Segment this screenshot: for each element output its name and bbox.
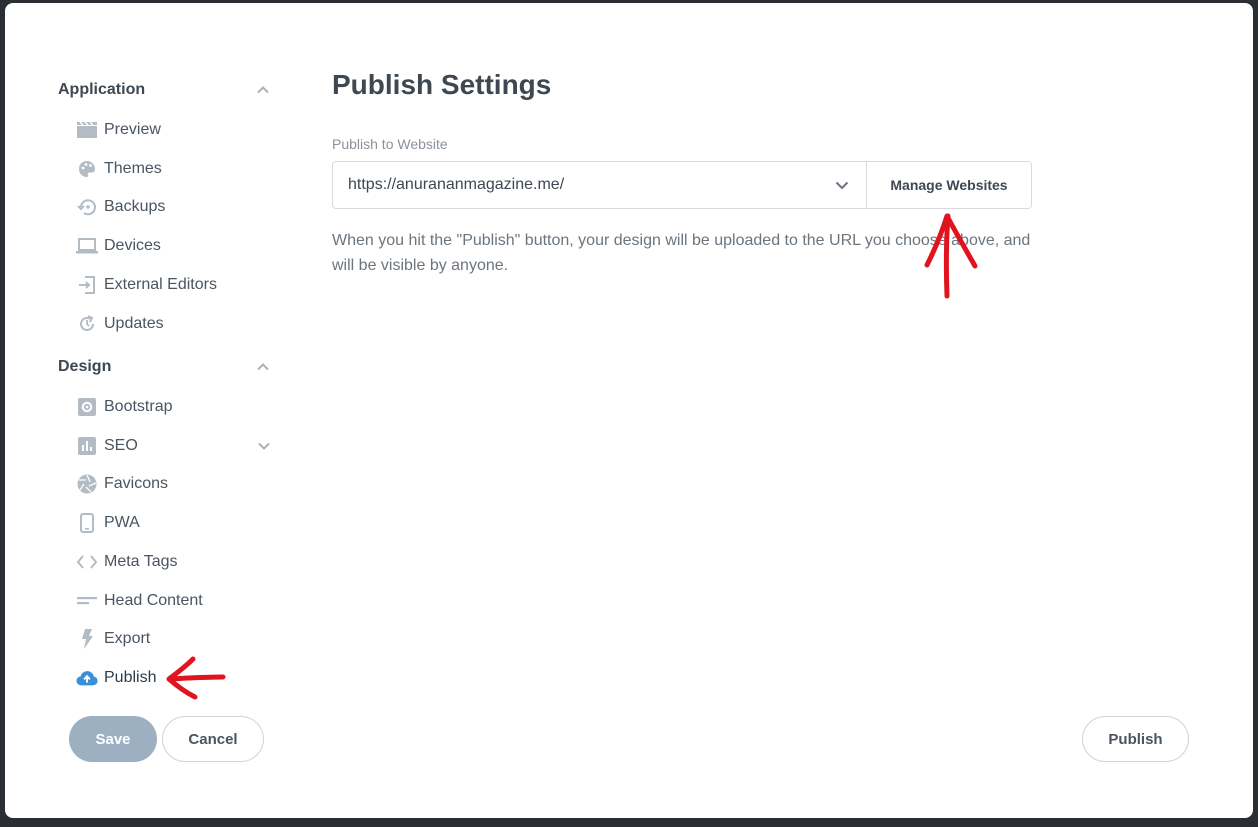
chevron-down-icon xyxy=(834,177,850,193)
page-title: Publish Settings xyxy=(332,69,552,100)
sidebar-item-preview[interactable]: Preview xyxy=(76,116,276,144)
publish-button[interactable]: Publish xyxy=(1082,716,1189,762)
sidebar-item-pwa[interactable]: PWA xyxy=(76,509,276,537)
code-icon xyxy=(76,552,98,572)
sidebar-item-label: Bootstrap xyxy=(104,398,173,415)
backup-restore-icon xyxy=(76,197,98,217)
publish-target-group: https://anurananmagazine.me/ Manage Webs… xyxy=(332,161,1032,209)
clapperboard-icon xyxy=(76,120,98,140)
sidebar-item-label: Preview xyxy=(104,121,161,138)
sidebar-item-label: External Editors xyxy=(104,276,217,293)
sidebar-item-label: SEO xyxy=(104,437,138,454)
manage-websites-button[interactable]: Manage Websites xyxy=(866,162,1031,208)
sidebar-item-devices[interactable]: Devices xyxy=(76,232,276,260)
field-label: Publish to Website xyxy=(332,136,448,152)
chevron-up-icon xyxy=(256,83,270,97)
sidebar-item-backups[interactable]: Backups xyxy=(76,193,276,221)
sidebar-item-updates[interactable]: Updates xyxy=(76,310,276,338)
palette-icon xyxy=(76,159,98,179)
laptop-icon xyxy=(76,236,98,256)
sidebar: Application Preview Themes Backups Devic… xyxy=(5,3,305,818)
bar-chart-icon xyxy=(76,436,98,456)
sidebar-item-export[interactable]: Export xyxy=(76,625,276,653)
sidebar-item-label: Export xyxy=(104,630,151,647)
chevron-up-icon xyxy=(256,360,270,374)
sidebar-item-label: Updates xyxy=(104,315,164,332)
publish-settings-dialog: Application Preview Themes Backups Devic… xyxy=(5,3,1253,818)
lines-icon xyxy=(76,591,98,611)
section-title: Application xyxy=(58,81,146,98)
bolt-icon xyxy=(76,629,98,649)
sidebar-item-label: Favicons xyxy=(104,475,169,492)
sidebar-item-label: Backups xyxy=(104,198,166,215)
sidebar-item-head-content[interactable]: Head Content xyxy=(76,587,276,615)
website-select[interactable]: https://anurananmagazine.me/ xyxy=(333,162,866,208)
save-button[interactable]: Save xyxy=(69,716,157,762)
refresh-icon xyxy=(76,314,98,334)
section-header-application[interactable]: Application xyxy=(58,78,270,102)
chevron-down-icon[interactable] xyxy=(257,439,271,453)
sidebar-item-label: Meta Tags xyxy=(104,553,178,570)
sidebar-item-seo[interactable]: SEO xyxy=(76,432,276,460)
external-editor-icon xyxy=(76,275,98,295)
sidebar-item-label: Devices xyxy=(104,237,161,254)
main-content: Publish Settings Publish to Website http… xyxy=(332,3,1253,818)
sidebar-item-label: PWA xyxy=(104,514,140,531)
mobile-icon xyxy=(76,513,98,533)
selected-url: https://anurananmagazine.me/ xyxy=(348,176,565,193)
sidebar-item-bootstrap[interactable]: Bootstrap xyxy=(76,393,276,421)
sidebar-item-favicons[interactable]: Favicons xyxy=(76,470,276,498)
sidebar-item-label: Themes xyxy=(104,160,162,177)
sidebar-item-label: Publish xyxy=(104,669,157,686)
sidebar-item-meta-tags[interactable]: Meta Tags xyxy=(76,548,276,576)
gear-icon xyxy=(76,397,98,417)
section-title: Design xyxy=(58,358,112,375)
aperture-icon xyxy=(76,474,98,494)
cloud-upload-icon xyxy=(76,668,98,688)
section-header-design[interactable]: Design xyxy=(58,355,270,379)
help-text: When you hit the "Publish" button, your … xyxy=(332,232,1031,274)
sidebar-item-publish[interactable]: Publish xyxy=(76,664,276,692)
sidebar-item-label: Head Content xyxy=(104,592,203,609)
cancel-button[interactable]: Cancel xyxy=(162,716,264,762)
sidebar-item-external-editors[interactable]: External Editors xyxy=(76,271,276,299)
sidebar-item-themes[interactable]: Themes xyxy=(76,155,276,183)
